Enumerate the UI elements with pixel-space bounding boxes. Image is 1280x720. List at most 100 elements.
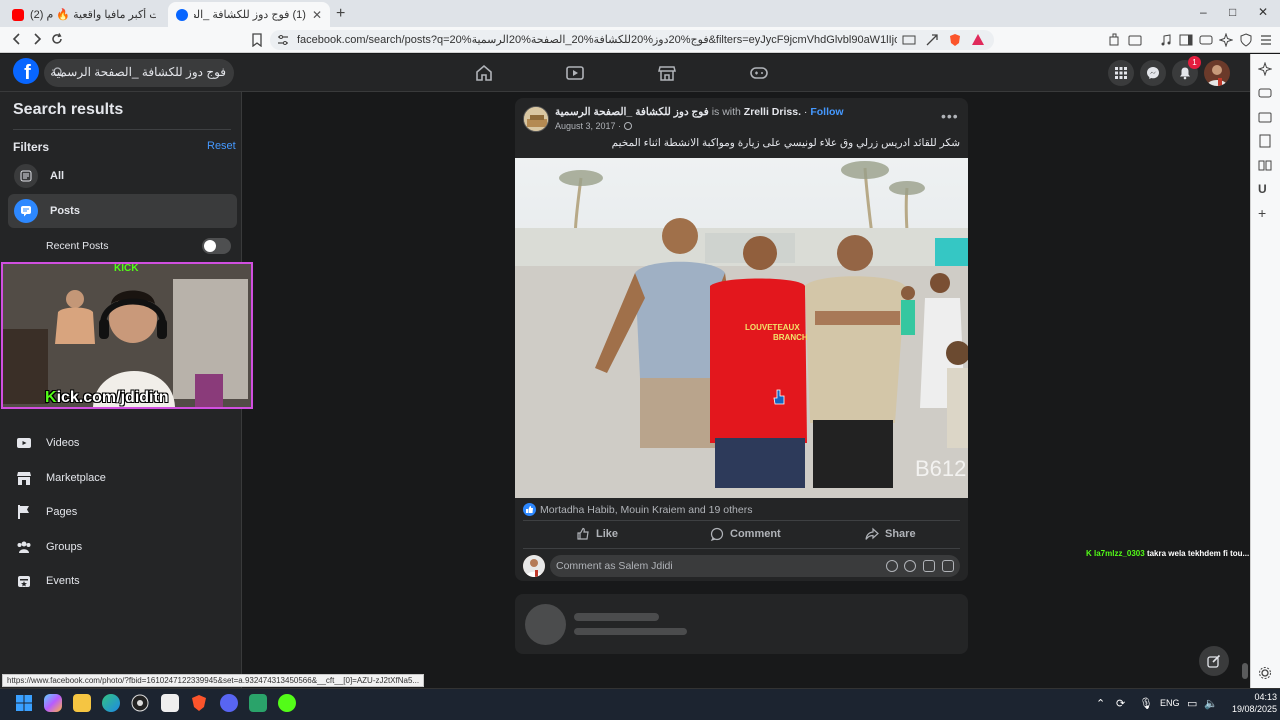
video-icon[interactable] xyxy=(565,64,585,82)
extensions-icon[interactable] xyxy=(1108,33,1122,47)
divider xyxy=(523,520,960,521)
store-icon[interactable] xyxy=(161,694,179,712)
chat-username: K la7mlzz_0303 xyxy=(1086,549,1145,558)
recent-posts-label: Recent Posts xyxy=(46,240,109,252)
cast-icon[interactable] xyxy=(902,33,916,47)
avatar-sticker-icon[interactable] xyxy=(886,560,898,572)
close-tab-icon[interactable]: ✕ xyxy=(312,8,322,22)
follow-button[interactable]: Follow xyxy=(810,106,843,118)
edge-icon[interactable] xyxy=(102,694,120,712)
site-settings-icon[interactable] xyxy=(277,34,291,48)
maximize-button[interactable]: □ xyxy=(1229,5,1236,19)
minimize-button[interactable]: – xyxy=(1200,5,1207,19)
network-icon[interactable]: ▭ xyxy=(1187,697,1197,710)
menu-grid-icon[interactable] xyxy=(1108,60,1134,86)
discord-icon[interactable] xyxy=(220,694,238,712)
post-timestamp[interactable]: August 3, 2017 · xyxy=(555,121,632,131)
media-icon[interactable] xyxy=(1159,33,1173,47)
add-sidebar-item-icon[interactable]: + xyxy=(1258,205,1272,221)
vpn-icon[interactable] xyxy=(1199,33,1213,47)
clock-time[interactable]: 04:13 xyxy=(1247,692,1277,702)
reactions-text: Mortadha Habib, Mouin Kraiem and 19 othe… xyxy=(540,503,753,516)
scrollbar[interactable] xyxy=(1240,92,1250,688)
brave-shield-icon[interactable] xyxy=(948,33,962,47)
filter-events[interactable]: Events xyxy=(8,564,237,598)
sidebar-toggle-icon[interactable] xyxy=(1179,33,1193,47)
reactions-summary[interactable]: Mortadha Habib, Mouin Kraiem and 19 othe… xyxy=(523,503,752,516)
toggle-knob xyxy=(204,240,216,252)
browser-tab-facebook[interactable]: (1) فوج دوز للكشافة _الصفحة الرسمية ✕ xyxy=(168,2,330,27)
bookmarks-icon[interactable] xyxy=(1258,134,1272,148)
share-arrow-icon xyxy=(865,527,879,540)
compose-icon xyxy=(1207,654,1221,668)
brave-rewards-icon[interactable] xyxy=(971,33,985,47)
reset-filters-link[interactable]: Reset xyxy=(207,140,236,152)
skeleton-line xyxy=(574,613,659,621)
filter-label: Groups xyxy=(46,541,83,553)
wallet-icon[interactable] xyxy=(1128,33,1142,47)
scrollbar-thumb[interactable] xyxy=(1242,663,1248,679)
microphone-icon[interactable]: 🎙 xyxy=(1139,697,1153,710)
page-avatar[interactable] xyxy=(523,106,549,132)
sync-icon[interactable]: ⟳ xyxy=(1116,697,1125,710)
filter-all[interactable]: All xyxy=(8,159,237,193)
gif-icon[interactable] xyxy=(923,560,935,572)
bookmark-icon[interactable] xyxy=(250,33,264,47)
account-avatar[interactable] xyxy=(1204,60,1230,86)
copilot-icon[interactable] xyxy=(44,694,62,712)
filter-videos[interactable]: Videos xyxy=(8,426,237,460)
reading-list-icon[interactable] xyxy=(1258,158,1272,172)
groups-icon xyxy=(14,537,34,557)
input-language-indicator[interactable]: ENG xyxy=(1160,698,1180,708)
file-explorer-icon[interactable] xyxy=(73,694,91,712)
reload-button[interactable] xyxy=(50,32,64,46)
volume-icon[interactable]: 🔈 xyxy=(1204,697,1218,710)
obs-icon[interactable] xyxy=(131,694,149,712)
filter-label: All xyxy=(50,170,65,182)
share-icon[interactable] xyxy=(925,33,939,47)
page-name-link[interactable]: فوج دوز للكشافة _الصفحة الرسمية xyxy=(555,106,709,118)
kick-app-icon[interactable] xyxy=(278,694,296,712)
brave-icon[interactable] xyxy=(190,694,208,712)
home-icon[interactable] xyxy=(474,64,494,82)
forward-button[interactable] xyxy=(31,32,43,46)
windows-start-icon[interactable] xyxy=(15,694,33,712)
leo-ai-icon[interactable] xyxy=(1258,62,1272,76)
wallet-icon[interactable] xyxy=(1258,110,1272,124)
filter-groups[interactable]: Groups xyxy=(8,530,237,564)
post-options-button[interactable]: ••• xyxy=(941,108,959,124)
comment-button[interactable]: Comment xyxy=(710,527,781,541)
post-photo[interactable]: LOUVETEAUX BRANCHE B612 xyxy=(515,158,968,498)
close-window-button[interactable]: ✕ xyxy=(1258,5,1268,19)
new-tab-button[interactable]: + xyxy=(336,5,345,23)
show-hidden-icons-button[interactable]: ⌃ xyxy=(1096,697,1105,710)
photo-watermark: B612 xyxy=(915,456,966,481)
clock-date[interactable]: 19/08/2025 xyxy=(1226,704,1277,714)
talk-icon[interactable] xyxy=(1258,86,1272,100)
filter-marketplace[interactable]: Marketplace xyxy=(8,461,237,495)
share-button[interactable]: Share xyxy=(865,527,916,541)
like-button[interactable]: Like xyxy=(576,527,618,541)
commenter-avatar[interactable] xyxy=(523,555,545,577)
comment-placeholder: Comment as Salem Jdidi xyxy=(556,560,673,572)
new-message-button[interactable] xyxy=(1199,646,1229,676)
sidebar-settings-icon[interactable] xyxy=(1258,666,1272,680)
filter-posts[interactable]: Posts xyxy=(8,194,237,228)
facebook-logo[interactable]: f xyxy=(13,58,39,84)
leo-ai-icon[interactable] xyxy=(1219,33,1233,47)
u-extension-icon[interactable]: U xyxy=(1258,182,1272,196)
sticker-icon[interactable] xyxy=(942,560,954,572)
emoji-icon[interactable] xyxy=(904,560,916,572)
browser-tab-youtube[interactable]: (2) سويت أكبر مافيا واقعية 🔥 م !! -- ... xyxy=(4,2,164,27)
menu-icon[interactable] xyxy=(1259,33,1273,47)
shield-icon[interactable] xyxy=(1239,33,1253,47)
tagged-user-link[interactable]: Zrelli Driss. xyxy=(744,106,801,118)
gaming-app-icon[interactable] xyxy=(249,694,267,712)
messenger-icon[interactable] xyxy=(1140,60,1166,86)
back-button[interactable] xyxy=(11,32,23,46)
gaming-icon[interactable] xyxy=(749,64,769,82)
filter-pages[interactable]: Pages xyxy=(8,495,237,529)
marketplace-icon[interactable] xyxy=(657,64,677,82)
loading-post-placeholder xyxy=(515,594,968,654)
like-reaction-icon xyxy=(523,503,536,516)
